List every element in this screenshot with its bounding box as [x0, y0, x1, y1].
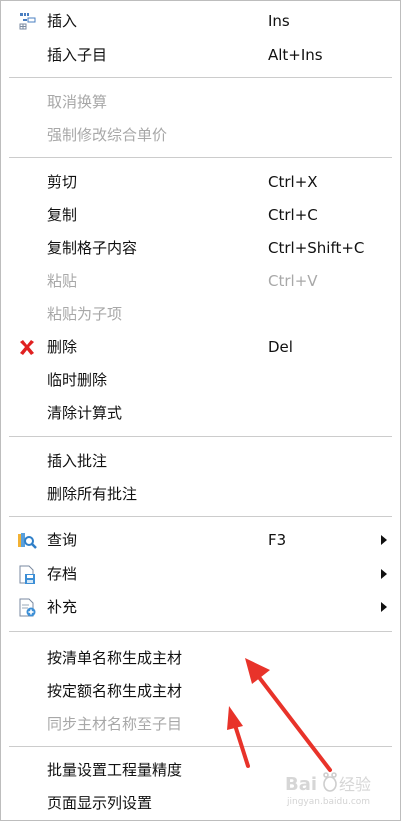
menu-separator — [9, 631, 392, 632]
menu-item-insert-comment[interactable]: 插入批注 — [1, 446, 400, 476]
menu-item-gen-by-list-name[interactable]: 按清单名称生成主材 — [1, 643, 400, 673]
menu-item-insert-child[interactable]: 插入子目 Alt+Ins — [1, 40, 400, 70]
menu-shortcut: Ctrl+Shift+C — [268, 239, 365, 257]
menu-item-delete-all-comments[interactable]: 删除所有批注 — [1, 479, 400, 509]
menu-label: 复制 — [47, 206, 78, 224]
submenu-arrow-icon — [381, 569, 387, 579]
menu-item-clear-formula[interactable]: 清除计算式 — [1, 398, 400, 428]
insert-tree-icon — [19, 13, 36, 30]
supplement-doc-icon — [19, 598, 36, 617]
menu-item-copy[interactable]: 复制 Ctrl+C — [1, 200, 400, 230]
menu-label: 页面显示列设置 — [47, 794, 153, 812]
submenu-arrow-icon — [381, 535, 387, 545]
menu-label: 粘贴为子项 — [47, 305, 123, 323]
menu-item-supplement[interactable]: 补充 — [1, 592, 400, 622]
menu-label: 存档 — [47, 565, 78, 583]
menu-item-temp-delete[interactable]: 临时删除 — [1, 365, 400, 395]
menu-shortcut: Ctrl+X — [268, 173, 318, 191]
svg-text:经验: 经验 — [339, 775, 371, 794]
menu-shortcut: Ins — [268, 12, 290, 30]
baidu-watermark-logo: Bai 经验 jingyan.baidu.com — [285, 772, 371, 807]
menu-item-paste[interactable]: 粘贴 Ctrl+V — [1, 266, 400, 296]
menu-item-insert[interactable]: 插入 Ins — [1, 6, 400, 36]
menu-label: 删除 — [47, 338, 78, 356]
menu-item-cut[interactable]: 剪切 Ctrl+X — [1, 167, 400, 197]
menu-label: 取消换算 — [47, 93, 108, 111]
menu-label: 强制修改综合单价 — [47, 126, 168, 144]
svg-text:Bai: Bai — [285, 774, 317, 795]
menu-separator — [9, 77, 392, 78]
menu-label: 粘贴 — [47, 272, 78, 290]
svg-text:jingyan.baidu.com: jingyan.baidu.com — [286, 797, 370, 807]
menu-label: 批量设置工程量精度 — [47, 761, 183, 779]
menu-shortcut: Del — [268, 338, 293, 356]
red-x-icon — [20, 340, 34, 355]
menu-label: 删除所有批注 — [47, 485, 138, 503]
menu-label: 清除计算式 — [47, 404, 123, 422]
menu-shortcut: Alt+Ins — [268, 46, 323, 64]
query-magnifier-icon — [18, 533, 37, 549]
menu-label: 同步主材名称至子目 — [47, 715, 183, 733]
menu-shortcut: Ctrl+C — [268, 206, 318, 224]
menu-separator — [9, 436, 392, 437]
menu-item-sync-main-material[interactable]: 同步主材名称至子目 — [1, 709, 400, 739]
menu-item-delete[interactable]: 删除 Del — [1, 332, 400, 362]
menu-label: 插入批注 — [47, 452, 108, 470]
menu-item-gen-by-quota-name[interactable]: 按定额名称生成主材 — [1, 676, 400, 706]
menu-shortcut: Ctrl+V — [268, 272, 318, 290]
menu-label: 复制格子内容 — [47, 239, 138, 257]
menu-label: 按清单名称生成主材 — [47, 649, 183, 667]
menu-item-copy-cell[interactable]: 复制格子内容 Ctrl+Shift+C — [1, 233, 400, 263]
menu-item-archive[interactable]: 存档 — [1, 559, 400, 589]
menu-item-query[interactable]: 查询 F3 — [1, 525, 400, 555]
submenu-arrow-icon — [381, 602, 387, 612]
archive-disk-icon — [19, 565, 35, 584]
menu-separator — [9, 746, 392, 747]
context-menu: 插入 Ins 插入子目 Alt+Ins 取消换算 强制修改综合单价 剪切 Ctr… — [0, 0, 401, 821]
menu-label: 查询 — [47, 531, 78, 549]
menu-shortcut: F3 — [268, 531, 287, 549]
menu-label: 插入 — [47, 12, 78, 30]
menu-item-force-modify-price[interactable]: 强制修改综合单价 — [1, 120, 400, 150]
menu-separator — [9, 516, 392, 517]
menu-label: 剪切 — [47, 173, 78, 191]
menu-item-paste-as-child[interactable]: 粘贴为子项 — [1, 299, 400, 329]
menu-label: 插入子目 — [47, 46, 108, 64]
menu-label: 按定额名称生成主材 — [47, 682, 183, 700]
menu-item-cancel-conversion[interactable]: 取消换算 — [1, 87, 400, 117]
menu-separator — [9, 157, 392, 158]
menu-label: 临时删除 — [47, 371, 108, 389]
menu-label: 补充 — [47, 598, 78, 616]
